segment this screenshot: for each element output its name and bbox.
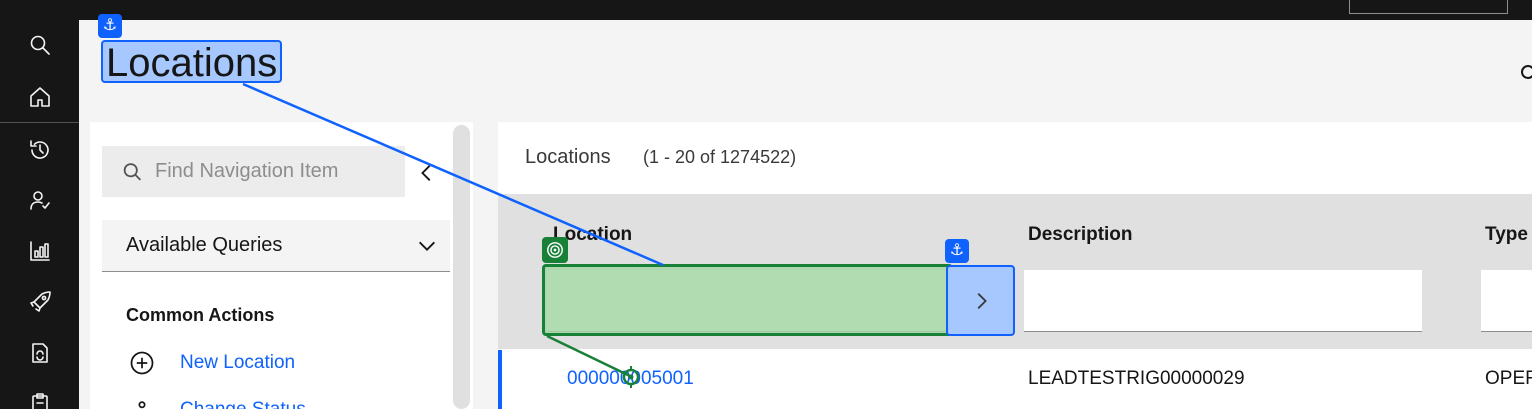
rail-rocket-icon[interactable]	[0, 277, 79, 327]
column-header-description[interactable]: Description	[1028, 224, 1133, 246]
filter-go-button[interactable]	[946, 265, 1015, 336]
nav-search-box	[102, 146, 405, 197]
action-new-location[interactable]: New Location	[126, 347, 295, 379]
anchor-icon: ⚓	[98, 14, 122, 38]
common-actions-heading: Common Actions	[126, 305, 275, 325]
top-bar-control[interactable]	[1349, 0, 1508, 14]
target-highlight	[542, 264, 953, 336]
rail-history-icon[interactable]	[0, 125, 79, 175]
table-title: Locations	[525, 146, 611, 168]
rail-refresh-doc-icon[interactable]	[0, 328, 79, 378]
collapse-nav-button[interactable]	[414, 160, 440, 186]
add-circle-icon	[126, 347, 158, 379]
rail-home-icon[interactable]	[0, 72, 79, 122]
header-search-icon[interactable]	[1518, 62, 1532, 82]
cell-description: LEADTESTRIG00000029	[1028, 368, 1245, 389]
side-rail	[0, 20, 79, 409]
available-queries-dropdown[interactable]: Available Queries	[102, 220, 450, 272]
search-icon	[123, 162, 141, 180]
action-label: Change Status	[180, 399, 306, 409]
status-icon	[126, 394, 158, 409]
rail-search-icon[interactable]	[0, 20, 79, 70]
chevron-left-icon	[421, 165, 431, 181]
rail-chart-icon[interactable]	[0, 226, 79, 276]
action-label: New Location	[180, 352, 296, 373]
chevron-down-icon	[419, 241, 435, 251]
action-change-status[interactable]: Change Status	[126, 394, 306, 409]
target-icon	[542, 237, 568, 263]
rail-user-check-icon[interactable]	[0, 175, 79, 225]
row-selection-accent	[498, 350, 502, 409]
cell-location-link[interactable]: 000000005001	[567, 368, 694, 390]
column-header-type[interactable]: Type	[1485, 224, 1528, 246]
nav-search-input[interactable]	[155, 160, 405, 183]
table-record-count: (1 - 20 of 1274522)	[643, 147, 797, 167]
chevron-right-icon	[977, 292, 987, 309]
description-filter-input[interactable]	[1024, 270, 1422, 332]
rail-clipboard-icon[interactable]	[0, 378, 79, 409]
rail-divider	[0, 122, 79, 123]
anchor-icon: ⚓	[945, 239, 969, 263]
type-filter-input[interactable]	[1481, 270, 1532, 332]
available-queries-label: Available Queries	[126, 234, 283, 256]
page-title: Locations	[101, 40, 283, 85]
cell-type: OPER	[1485, 368, 1532, 389]
nav-scrollbar[interactable]	[453, 125, 470, 409]
top-bar	[0, 0, 1532, 20]
